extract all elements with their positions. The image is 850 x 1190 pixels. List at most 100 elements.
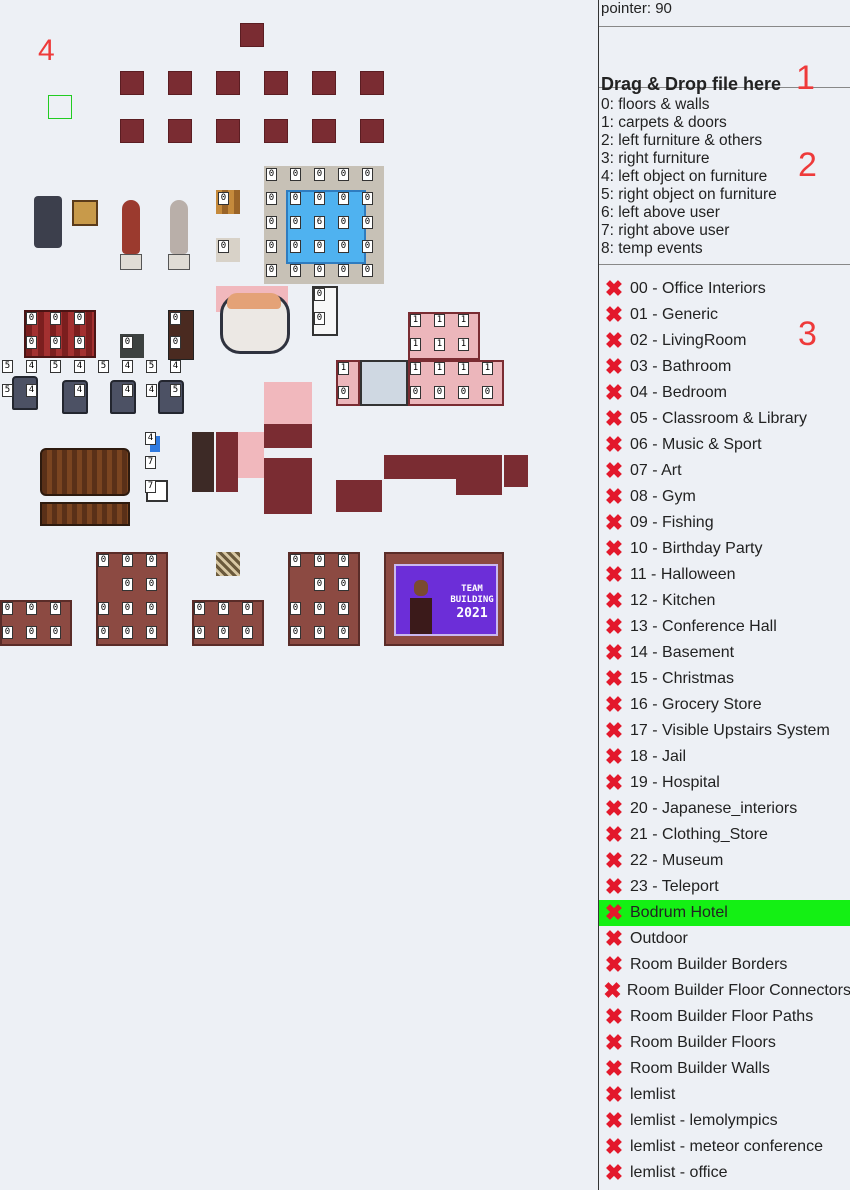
red-x-icon[interactable]: ✖: [599, 536, 629, 562]
tile-canvas[interactable]: 4 0 0 0 0 0 0 0 4 7 7 TEAM BUILDING 2021…: [0, 0, 598, 1190]
wooden-bench[interactable]: [40, 502, 130, 526]
tileset-item[interactable]: ✖ Bodrum Hotel: [599, 900, 850, 926]
red-x-icon[interactable]: ✖: [599, 692, 629, 718]
tileset-item[interactable]: ✖ 05 - Classroom & Library: [599, 406, 850, 432]
red-x-icon[interactable]: ✖: [599, 510, 629, 536]
red-x-icon[interactable]: ✖: [599, 978, 626, 1004]
tileset-item[interactable]: ✖ 09 - Fishing: [599, 510, 850, 536]
tileset-item[interactable]: ✖ Room Builder Floor Paths: [599, 1004, 850, 1030]
red-x-icon[interactable]: ✖: [599, 1030, 629, 1056]
wooden-stool[interactable]: [72, 200, 98, 226]
tileset-item[interactable]: ✖ 21 - Clothing_Store: [599, 822, 850, 848]
wall-tile[interactable]: [312, 71, 336, 95]
tileset-item[interactable]: ✖ Room Builder Floor Connectors: [599, 978, 850, 1004]
tileset-item[interactable]: ✖ 11 - Halloween: [599, 562, 850, 588]
tileset-item[interactable]: ✖ 14 - Basement: [599, 640, 850, 666]
red-x-icon[interactable]: ✖: [599, 640, 629, 666]
wall-tile[interactable]: [360, 119, 384, 143]
red-x-icon[interactable]: ✖: [599, 484, 629, 510]
tileset-item[interactable]: ✖ Outdoor: [599, 926, 850, 952]
wall-tile[interactable]: [120, 119, 144, 143]
wall-tile[interactable]: [168, 119, 192, 143]
red-x-icon[interactable]: ✖: [599, 952, 629, 978]
tileset-item[interactable]: ✖ 17 - Visible Upstairs System: [599, 718, 850, 744]
tileset-item[interactable]: ✖ 04 - Bedroom: [599, 380, 850, 406]
wall-tile[interactable]: [360, 71, 384, 95]
red-x-icon[interactable]: ✖: [599, 302, 629, 328]
tileset-item[interactable]: ✖ 10 - Birthday Party: [599, 536, 850, 562]
tileset-item[interactable]: ✖ 18 - Jail: [599, 744, 850, 770]
red-x-icon[interactable]: ✖: [599, 380, 629, 406]
tileset-item[interactable]: ✖ 16 - Grocery Store: [599, 692, 850, 718]
tileset-item[interactable]: ✖ 13 - Conference Hall: [599, 614, 850, 640]
red-x-icon[interactable]: ✖: [599, 276, 629, 302]
tileset-item[interactable]: ✖ Room Builder Floors: [599, 1030, 850, 1056]
tileset-item[interactable]: ✖ Room Builder Borders: [599, 952, 850, 978]
red-x-icon[interactable]: ✖: [599, 1082, 629, 1108]
wall-tile[interactable]: [216, 119, 240, 143]
red-x-icon[interactable]: ✖: [599, 432, 629, 458]
office-chair[interactable]: [34, 196, 62, 248]
red-x-icon[interactable]: ✖: [599, 562, 629, 588]
tileset-item[interactable]: ✖ lemlist: [599, 1082, 850, 1108]
tileset-item[interactable]: ✖ 23 - Teleport: [599, 874, 850, 900]
tileset-item[interactable]: ✖ lemlist - office: [599, 1160, 850, 1186]
red-x-icon[interactable]: ✖: [599, 588, 629, 614]
red-x-icon[interactable]: ✖: [599, 770, 629, 796]
wall-tile[interactable]: [216, 71, 240, 95]
bench-seat[interactable]: [456, 455, 502, 495]
round-bed[interactable]: [220, 293, 290, 354]
tileset-item[interactable]: ✖ 06 - Music & Sport: [599, 432, 850, 458]
red-x-icon[interactable]: ✖: [599, 458, 629, 484]
red-x-icon[interactable]: ✖: [599, 614, 629, 640]
wall-tile[interactable]: [264, 71, 288, 95]
tileset-item[interactable]: ✖ 08 - Gym: [599, 484, 850, 510]
wall-tile[interactable]: [240, 23, 264, 47]
glass-door[interactable]: [360, 360, 408, 406]
red-x-icon[interactable]: ✖: [599, 874, 629, 900]
pattern-tile[interactable]: [216, 552, 240, 576]
tileset-item[interactable]: ✖ 19 - Hospital: [599, 770, 850, 796]
red-x-icon[interactable]: ✖: [599, 718, 629, 744]
tileset-item[interactable]: ✖ 00 - Office Interiors: [599, 276, 850, 302]
tileset-item[interactable]: ✖ 15 - Christmas: [599, 666, 850, 692]
red-x-icon[interactable]: ✖: [599, 1160, 629, 1186]
red-x-icon[interactable]: ✖: [599, 926, 629, 952]
dark-cabinet[interactable]: [192, 432, 214, 492]
wall-tile[interactable]: [168, 71, 192, 95]
tileset-item[interactable]: ✖ 22 - Museum: [599, 848, 850, 874]
wall-tile[interactable]: [312, 119, 336, 143]
red-x-icon[interactable]: ✖: [599, 900, 629, 926]
team-building-poster[interactable]: TEAM BUILDING 2021: [384, 552, 504, 646]
wall-tile[interactable]: [120, 71, 144, 95]
tileset-item[interactable]: ✖ lemlist - lemolympics: [599, 1108, 850, 1134]
tileset-item[interactable]: ✖ 12 - Kitchen: [599, 588, 850, 614]
drop-zone[interactable]: Drag & Drop file here 1: [599, 27, 850, 97]
tileset-item[interactable]: ✖ 07 - Art: [599, 458, 850, 484]
red-x-icon[interactable]: ✖: [599, 848, 629, 874]
wooden-table[interactable]: [40, 448, 130, 496]
tileset-item[interactable]: ✖ lemlist - meteor conference: [599, 1134, 850, 1160]
red-mannequin[interactable]: [120, 200, 142, 270]
red-x-icon[interactable]: ✖: [599, 666, 629, 692]
bench-seat[interactable]: [336, 480, 382, 512]
wall-tile[interactable]: [264, 119, 288, 143]
grey-mannequin[interactable]: [168, 200, 190, 270]
red-x-icon[interactable]: ✖: [599, 1056, 629, 1082]
red-x-icon[interactable]: ✖: [599, 822, 629, 848]
bench-seat[interactable]: [264, 424, 312, 448]
red-x-icon[interactable]: ✖: [599, 328, 629, 354]
red-x-icon[interactable]: ✖: [599, 354, 629, 380]
long-bench[interactable]: [384, 455, 456, 479]
red-cabinet[interactable]: [216, 432, 238, 492]
bench-seat[interactable]: [264, 458, 312, 514]
red-x-icon[interactable]: ✖: [599, 406, 629, 432]
red-x-icon[interactable]: ✖: [599, 1134, 629, 1160]
tileset-item[interactable]: ✖ 03 - Bathroom: [599, 354, 850, 380]
tileset-item[interactable]: ✖ 20 - Japanese_interiors: [599, 796, 850, 822]
red-x-icon[interactable]: ✖: [599, 744, 629, 770]
tileset-item[interactable]: ✖ Room Builder Walls: [599, 1056, 850, 1082]
bench-seat[interactable]: [504, 455, 528, 487]
red-x-icon[interactable]: ✖: [599, 1108, 629, 1134]
red-x-icon[interactable]: ✖: [599, 1004, 629, 1030]
